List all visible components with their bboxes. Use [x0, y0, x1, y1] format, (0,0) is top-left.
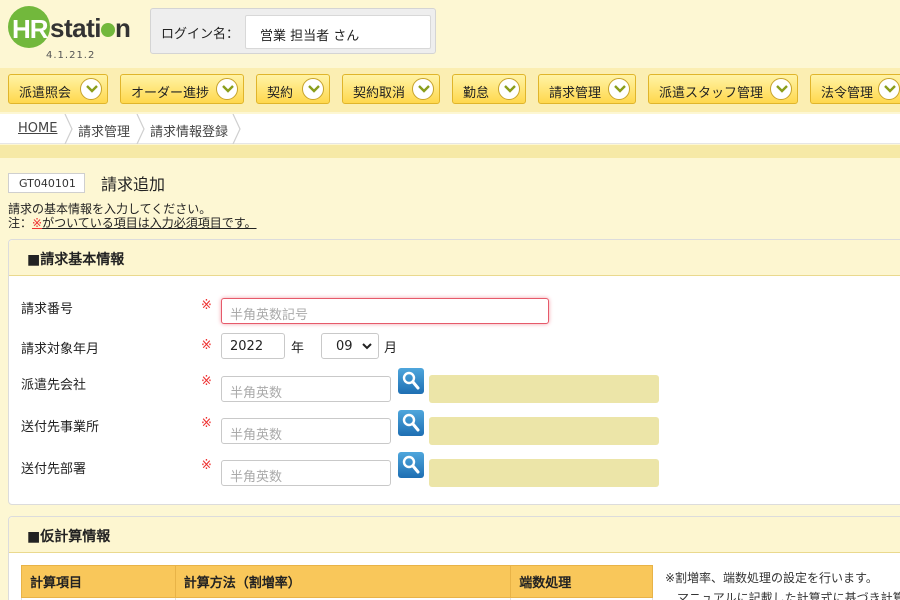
nav-item-label: 契約 [267, 86, 294, 101]
invoice-no-label: 請求番号 [21, 302, 74, 317]
divider-band [0, 145, 900, 158]
column-header-rounding: 端数処理 [510, 565, 653, 598]
dept-name-display [429, 459, 659, 487]
month-unit: 月 [384, 341, 398, 356]
chevron-down-icon [498, 78, 520, 100]
office-search-button[interactable] [398, 410, 424, 436]
logo-station-text-end: n [115, 13, 131, 43]
logo-station-text: stati [50, 13, 101, 43]
login-name: 営業 担当者 さん [245, 15, 431, 49]
search-icon [402, 455, 420, 474]
breadcrumb-current: 請求情報登録 [150, 125, 229, 140]
required-note-prefix: 注： [8, 216, 33, 230]
required-mark: ※ [201, 458, 212, 473]
target-year-input[interactable]: 2022 [221, 333, 285, 359]
breadcrumb-separator-icon [232, 114, 241, 144]
chevron-down-icon [878, 78, 900, 100]
target-month-label: 請求対象年月 [21, 342, 100, 357]
calc-table: 計算項目 計算方法（割増率） 端数処理 [21, 565, 653, 600]
nav-item-label: 契約取消 [353, 86, 406, 101]
calc-note-2: マニュアルに記載した計算式に基づき計算を [677, 591, 900, 600]
nav-item-billing[interactable]: 請求管理 [538, 74, 636, 104]
page-id-badge: GT040101 [8, 173, 85, 193]
required-note-text: がついている項目は入力必須項目です。 [42, 216, 257, 230]
calc-info-panel: ■仮計算情報 計算項目 計算方法（割増率） 端数処理 ※割増率、端数処理の設定を… [8, 516, 900, 600]
breadcrumb: HOME 請求管理 請求情報登録 [0, 114, 900, 144]
target-month-value: 09 [336, 339, 353, 354]
nav-item-contract-cancel[interactable]: 契約取消 [342, 74, 440, 104]
logo-dot [101, 23, 115, 37]
required-note-mark: ※ [32, 216, 43, 230]
nav-item-order-progress[interactable]: オーダー進捗 [120, 74, 244, 104]
required-mark: ※ [201, 374, 212, 389]
required-mark: ※ [201, 338, 212, 353]
nav-item-label: 請求管理 [549, 86, 602, 101]
chevron-down-icon [362, 343, 372, 350]
app-version: 4.1.21.2 [46, 50, 96, 61]
required-mark: ※ [201, 298, 212, 313]
calc-info-heading: ■仮計算情報 [9, 517, 900, 553]
nav-item-attendance[interactable]: 勤怠 [452, 74, 526, 104]
nav-item-haken-shokai[interactable]: 派遣照会 [8, 74, 108, 104]
breadcrumb-home-link[interactable]: HOME [18, 121, 57, 136]
nav-item-label: オーダー進捗 [131, 86, 210, 101]
dept-search-button[interactable] [398, 452, 424, 478]
nav-item-label: 勤怠 [463, 86, 490, 101]
nav-item-label: 法令管理 [821, 86, 874, 101]
target-month-select[interactable]: 09 [321, 333, 379, 359]
login-box: ログイン名： 営業 担当者 さん [150, 8, 436, 54]
dept-input[interactable]: 半角英数 [221, 460, 391, 486]
breadcrumb-separator-icon [64, 114, 73, 144]
chevron-down-icon [216, 78, 238, 100]
chevron-down-icon [608, 78, 630, 100]
required-note: 注：※がついている項目は入力必須項目です。 [8, 214, 257, 231]
nav-item-contract[interactable]: 契約 [256, 74, 330, 104]
column-header-item: 計算項目 [21, 565, 176, 598]
required-mark: ※ [201, 416, 212, 431]
office-name-display [429, 417, 659, 445]
page-title: 請求追加 [101, 175, 166, 194]
login-label: ログイン名： [161, 27, 240, 42]
calc-note-1: ※割増率、端数処理の設定を行います。 [665, 571, 878, 585]
client-search-button[interactable] [398, 368, 424, 394]
office-input[interactable]: 半角英数 [221, 418, 391, 444]
nav-item-staff[interactable]: 派遣スタッフ管理 [648, 74, 798, 104]
year-unit: 年 [291, 341, 305, 356]
search-icon [402, 371, 420, 390]
invoice-no-input[interactable]: 半角英数記号 [221, 298, 549, 324]
app-header: HR stati n 4.1.21.2 ログイン名： 営業 担当者 さん [0, 0, 900, 64]
column-header-method: 計算方法（割増率） [174, 565, 512, 598]
basic-info-heading: ■請求基本情報 [9, 240, 900, 276]
breadcrumb-separator-icon [136, 114, 145, 144]
basic-info-panel: ■請求基本情報 請求番号 ※ 半角英数記号 請求対象年月 ※ 2022 年 09… [8, 239, 900, 505]
chevron-down-icon [412, 78, 434, 100]
office-label: 送付先事業所 [21, 420, 100, 435]
nav-item-label: 派遣スタッフ管理 [659, 86, 764, 101]
main-nav: 派遣照会 オーダー進捗 契約 契約取消 勤怠 請求管理 派遣スタッフ管理 法令管… [0, 68, 900, 112]
nav-item-label: 派遣照会 [19, 86, 72, 101]
breadcrumb-billing-link[interactable]: 請求管理 [78, 121, 130, 140]
chevron-down-icon [302, 78, 324, 100]
chevron-down-icon [770, 78, 792, 100]
hrstation-logo[interactable]: HR stati n 4.1.21.2 [8, 6, 131, 62]
client-input[interactable]: 半角英数 [221, 376, 391, 402]
client-label: 派遣先会社 [21, 378, 87, 393]
logo-hr-text: HR [12, 14, 49, 44]
nav-item-compliance[interactable]: 法令管理 [810, 74, 900, 104]
chevron-down-icon [80, 78, 102, 100]
dept-label: 送付先部署 [21, 462, 87, 477]
client-name-display [429, 375, 659, 403]
table-header-row: 計算項目 計算方法（割増率） 端数処理 [21, 565, 653, 598]
search-icon [402, 413, 420, 432]
